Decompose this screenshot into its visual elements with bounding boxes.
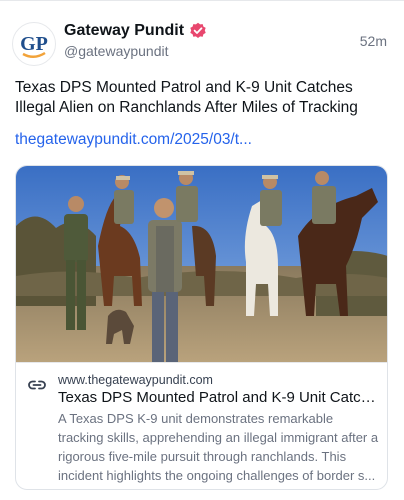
card-domain: www.thegatewaypundit.com bbox=[58, 373, 213, 387]
card-image[interactable] bbox=[16, 166, 387, 362]
author-handle[interactable]: @gatewaypundit bbox=[64, 43, 169, 59]
card-body: www.thegatewaypundit.com Texas DPS Mount… bbox=[16, 362, 387, 489]
divider bbox=[0, 0, 404, 1]
card-description: A Texas DPS K-9 unit demonstrates remark… bbox=[58, 411, 379, 483]
author-name-row: Gateway Pundit bbox=[64, 22, 207, 40]
post: GP Gateway Pundit @gatewaypundit 52m Tex… bbox=[0, 0, 404, 500]
post-text: Texas DPS Mounted Patrol and K-9 Unit Ca… bbox=[15, 79, 358, 116]
verified-badge-icon bbox=[189, 22, 207, 40]
post-link[interactable]: thegatewaypundit.com/2025/03/t... bbox=[15, 131, 252, 149]
link-preview-card[interactable]: www.thegatewaypundit.com Texas DPS Mount… bbox=[15, 165, 388, 490]
link-icon bbox=[26, 374, 48, 396]
author-display-name[interactable]: Gateway Pundit bbox=[64, 22, 184, 40]
gateway-pundit-logo-icon: GP bbox=[20, 33, 48, 58]
news-photo bbox=[16, 166, 387, 362]
avatar[interactable]: GP bbox=[12, 22, 56, 66]
avatar-logo-text: GP bbox=[20, 33, 48, 55]
post-timestamp[interactable]: 52m bbox=[360, 33, 387, 49]
card-title[interactable]: Texas DPS Mounted Patrol and K-9 Unit Ca… bbox=[58, 389, 380, 406]
